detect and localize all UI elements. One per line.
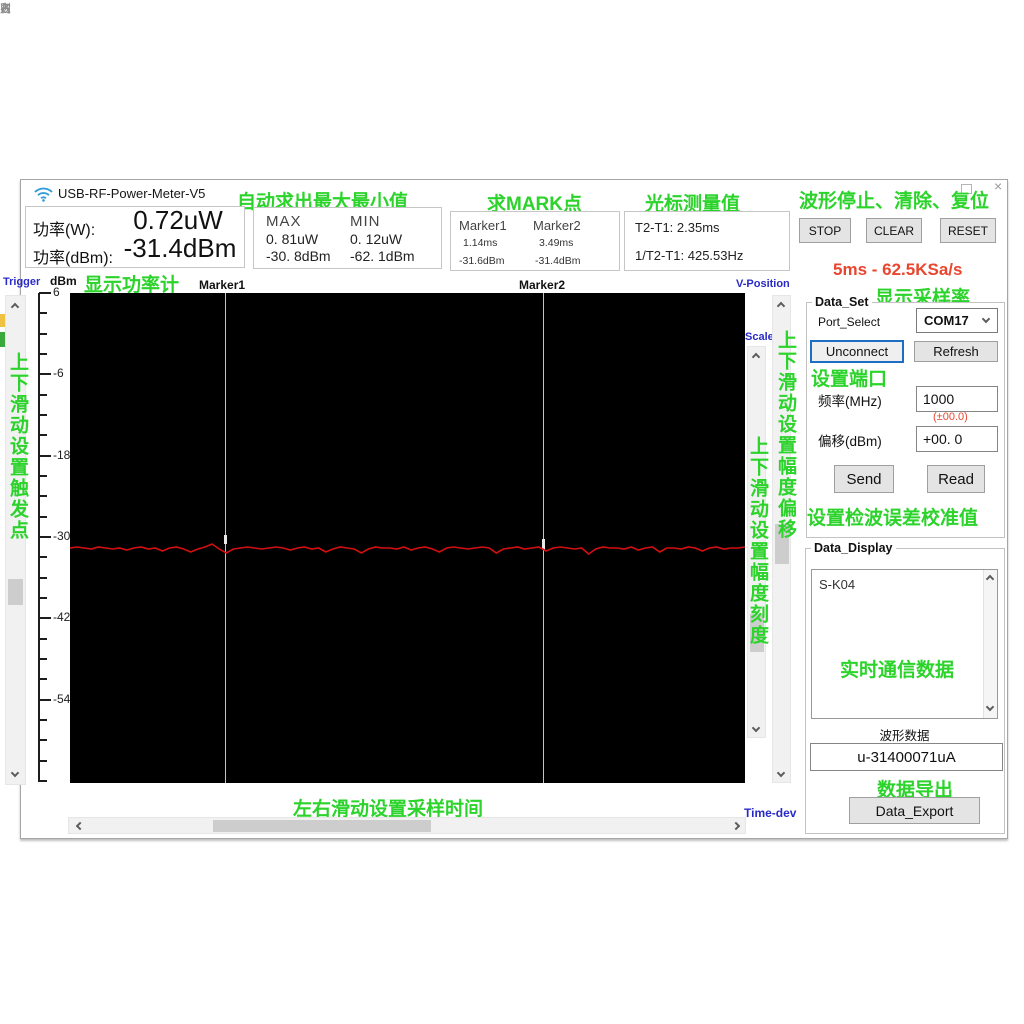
trigger-scrollbar-thumb[interactable] [8,579,23,605]
annotation-trigger-slide: 上下滑动设置触发点 [8,352,27,541]
sample-rate-value: 5ms - 62.5KSa/s [833,260,962,280]
port-select-label: Port_Select [818,315,880,329]
scale-label: Scale [745,331,774,343]
time-scrollbar[interactable] [68,817,746,834]
textarea-scrollbar[interactable] [983,570,997,718]
data-display-content: S-K04 [819,577,855,592]
data-display-legend: Data_Display [811,541,896,555]
scroll-down-icon[interactable] [752,724,760,732]
maxmin-panel: MAX 0. 81uW -30. 8dBm MIN 0. 12uW -62. 1… [253,207,442,269]
max-watt-value: 0. 81uW [266,231,318,247]
offset-hint: (±00.0) [933,411,968,423]
read-button[interactable]: Read [927,465,985,493]
min-watt-value: 0. 12uW [350,231,402,247]
scroll-right-icon[interactable] [732,822,740,830]
annotation-wave-ctrl: 波形停止、清除、复位 [799,186,989,213]
power-panel: 功率(W): 0.72uW 功率(dBm): -31.4dBm [25,206,245,268]
trigger-label: Trigger [3,276,40,288]
frequency-input[interactable] [916,386,998,412]
max-label: MAX [266,213,302,230]
scroll-down-icon[interactable] [986,703,994,711]
annotation-vpos-slide: 上下滑动设置幅度偏移 [776,330,795,540]
t2t1-inverse-value: 1/T2-T1: 425.53Hz [635,248,743,263]
data-display-textarea[interactable]: S-K04 实时通信数据 [811,569,998,719]
offset-label: 偏移(dBm) [818,430,882,450]
annotation-scale-slide: 上下滑动设置幅度刻度 [748,436,767,646]
chart-marker2-label: Marker2 [519,278,565,292]
scroll-down-icon[interactable] [11,769,19,777]
annotation-port-set: 设置端口 [811,364,887,391]
background-window-fragment: 名 [0,0,12,16]
refresh-button[interactable]: Refresh [914,341,998,362]
power-trace [70,293,745,783]
reset-button[interactable]: RESET [940,218,996,243]
wifi-icon [34,187,53,202]
chevron-down-icon [982,315,990,323]
marker1-dbm: -31.6dBm [459,255,505,267]
cursor-panel: T2-T1: 2.35ms 1/T2-T1: 425.53Hz [624,211,790,271]
close-icon[interactable]: × [994,178,1002,194]
data-export-button[interactable]: Data_Export [849,797,980,824]
window-title: USB-RF-Power-Meter-V5 [58,186,205,201]
t2t1-value: T2-T1: 2.35ms [635,220,720,235]
vposition-label: V-Position [736,278,790,290]
scroll-up-icon[interactable] [11,303,19,311]
min-label: MIN [350,213,381,230]
max-dbm-value: -30. 8dBm [266,248,331,264]
dbm-unit-label: dBm [50,274,77,288]
waveform-chart [70,293,745,783]
marker1-time: 1.14ms [463,237,497,249]
scroll-up-icon[interactable] [752,353,760,361]
port-select-dropdown[interactable]: COM17 [916,308,998,333]
annotation-cal-set: 设置检波误差校准值 [807,503,978,530]
send-button[interactable]: Send [834,465,894,493]
time-scrollbar-thumb[interactable] [213,820,431,832]
chart-marker1-label: Marker1 [199,278,245,292]
marker2-dbm: -31.4dBm [535,255,581,267]
marker2-time: 3.49ms [539,237,573,249]
marker1-label: Marker1 [459,218,507,233]
power-dbm-label: 功率(dBm): [33,244,113,268]
frequency-label: 频率(MHz) [818,390,882,410]
power-dbm-value: -31.4dBm [114,233,246,264]
screenshot-root: 则 占 双 名 USB-RF-Power-Meter-V5 × 自动求出最大最小… [0,0,1024,1024]
offset-input[interactable] [916,426,998,452]
marker2-label: Marker2 [533,218,581,233]
timedev-label: Time-dev [744,806,796,820]
wave-data-input[interactable] [810,743,1003,771]
data-set-legend: Data_Set [812,295,872,309]
wave-data-label: 波形数据 [811,725,998,744]
scroll-left-icon[interactable] [76,822,84,830]
power-w-value: 0.72uW [114,205,242,236]
clear-button[interactable]: CLEAR [866,218,922,243]
unconnect-button[interactable]: Unconnect [810,340,904,363]
port-select-value: COM17 [924,313,969,328]
marker-panel: Marker1 1.14ms -31.6dBm Marker2 3.49ms -… [450,211,620,271]
stop-button[interactable]: STOP [799,218,851,243]
annotation-realtime: 实时通信数据 [840,655,954,682]
power-w-label: 功率(W): [33,216,95,240]
scroll-up-icon[interactable] [986,575,994,583]
scroll-down-icon[interactable] [777,769,785,777]
scroll-up-icon[interactable] [777,302,785,310]
min-dbm-value: -62. 1dBm [350,248,415,264]
